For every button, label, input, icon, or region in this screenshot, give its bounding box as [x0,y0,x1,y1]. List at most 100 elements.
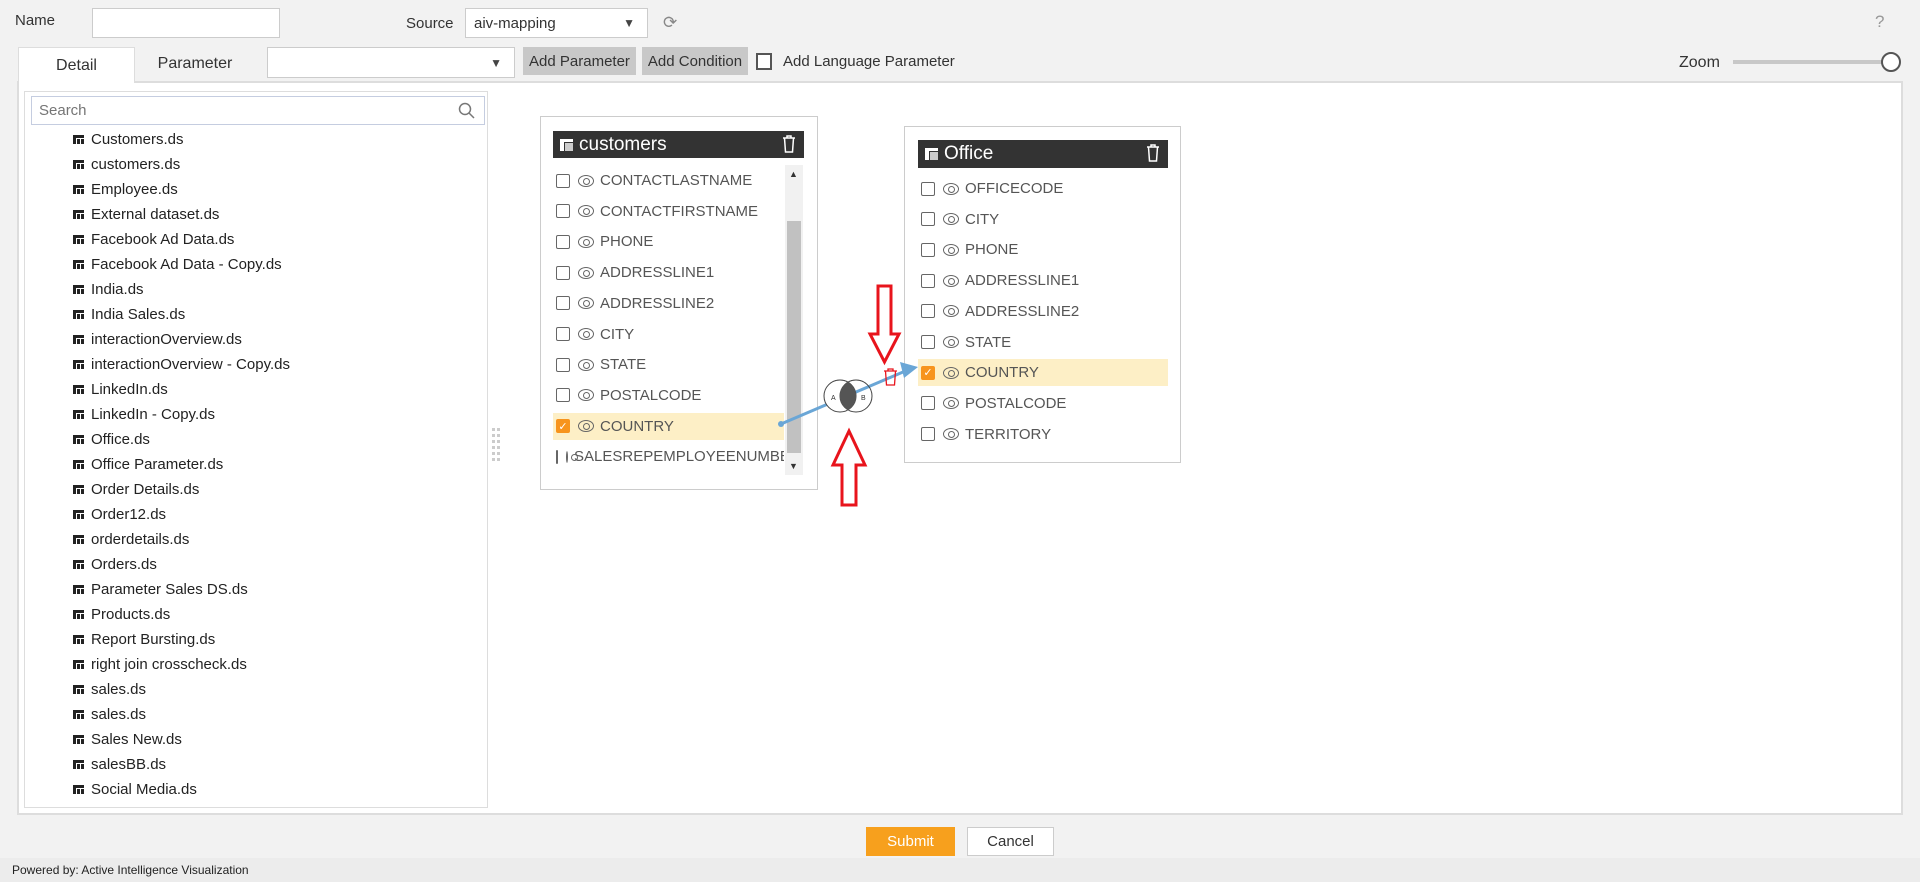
eye-icon[interactable] [943,274,959,287]
field-row[interactable]: ADDRESSLINE1 [553,259,784,286]
search-box[interactable] [31,96,485,125]
source-select[interactable]: aiv-mapping ▼ [465,8,648,38]
dataset-item[interactable]: customers.ds [73,152,180,177]
table-header[interactable]: customers [553,131,804,158]
eye-icon[interactable] [943,336,959,348]
table-customers[interactable]: customers CONTACTLASTNAME CONTACTFIRSTNAM… [540,116,818,490]
tab-parameter[interactable]: Parameter [135,47,255,81]
field-row[interactable]: OFFICECODE [918,175,1168,202]
field-checkbox[interactable] [921,273,935,288]
dataset-item[interactable]: LinkedIn.ds [73,377,168,402]
scroll-down-icon[interactable]: ▼ [789,461,798,471]
field-row[interactable]: SALESREPEMPLOYEENUMBER [553,443,784,470]
zoom-slider-handle[interactable] [1881,52,1901,72]
submit-button[interactable]: Submit [866,827,955,856]
field-checkbox[interactable] [556,296,570,311]
field-checkbox[interactable] [921,427,935,442]
field-checkbox[interactable] [921,335,935,349]
scrollbar-thumb[interactable] [787,221,801,453]
dataset-item[interactable]: sales.ds [73,702,146,727]
table-office[interactable]: Office OFFICECODE CITY PHONE ADDRESSLINE1 AD… [904,126,1181,463]
eye-icon[interactable] [578,235,594,248]
field-row[interactable]: PHONE [553,228,784,255]
field-row[interactable]: ADDRESSLINE2 [918,298,1168,325]
field-checkbox[interactable] [556,357,570,372]
dataset-item[interactable]: Parameter Sales DS.ds [73,577,248,602]
eye-icon[interactable] [943,305,959,318]
eye-icon[interactable] [943,428,959,441]
eye-icon[interactable] [943,243,959,256]
field-checkbox[interactable] [921,212,935,227]
trash-icon[interactable] [1146,144,1160,162]
zoom-slider[interactable] [1733,60,1888,64]
field-row[interactable]: CITY [918,206,1168,233]
field-checkbox[interactable]: ✓ [556,419,570,434]
field-checkbox[interactable] [556,327,570,341]
field-checkbox[interactable] [556,234,570,249]
dataset-item[interactable]: Office Parameter.ds [73,452,223,477]
field-row[interactable]: TERRITORY [918,421,1168,448]
field-row[interactable]: STATE [553,351,784,378]
splitter-handle[interactable] [492,428,501,466]
field-checkbox[interactable] [556,265,570,280]
eye-icon[interactable] [943,366,959,379]
dataset-item[interactable]: Facebook Ad Data.ds [73,227,234,252]
dataset-item[interactable]: India Sales.ds [73,302,185,327]
eye-icon[interactable] [943,213,959,226]
dataset-item[interactable]: Social Media.ds [73,777,197,802]
eye-icon[interactable] [578,420,594,433]
eye-icon[interactable] [578,328,594,340]
field-row[interactable]: CITY [553,321,784,348]
field-checkbox[interactable] [556,173,570,188]
dataset-item[interactable]: Customers.ds [73,127,184,152]
eye-icon[interactable] [566,450,578,463]
tab-detail[interactable]: Detail [18,47,135,83]
refresh-icon[interactable]: ⟳ [663,13,677,33]
dataset-item[interactable]: Facebook Ad Data - Copy.ds [73,252,282,277]
field-row[interactable]: CONTACTFIRSTNAME [553,198,784,225]
field-checkbox[interactable] [921,396,935,411]
field-checkbox[interactable] [921,304,935,319]
eye-icon[interactable] [578,297,594,310]
dataset-item[interactable]: right join crosscheck.ds [73,652,247,677]
dataset-item[interactable]: interactionOverview.ds [73,327,242,352]
trash-icon[interactable] [782,135,796,153]
add-condition-button[interactable]: Add Condition [642,47,748,75]
eye-icon[interactable] [578,205,594,218]
eye-icon[interactable] [943,397,959,410]
dataset-item[interactable]: Order12.ds [73,502,166,527]
dataset-item[interactable]: LinkedIn - Copy.ds [73,402,215,427]
eye-icon[interactable] [578,174,594,187]
field-checkbox[interactable] [556,449,558,464]
dataset-item[interactable]: Employee.ds [73,177,178,202]
dataset-item[interactable]: Products.ds [73,602,170,627]
field-checkbox[interactable] [921,242,935,257]
dataset-item[interactable]: India.ds [73,277,144,302]
dataset-item[interactable]: Order Details.ds [73,477,199,502]
field-row[interactable]: PHONE [918,236,1168,263]
dataset-item[interactable]: Orders.ds [73,552,157,577]
field-row[interactable]: ADDRESSLINE1 [918,267,1168,294]
field-row[interactable]: STATE [918,329,1168,356]
eye-icon[interactable] [578,358,594,371]
field-row[interactable]: ADDRESSLINE2 [553,290,784,317]
field-row[interactable]: ✓ COUNTRY [553,412,784,440]
add-language-parameter-checkbox[interactable] [756,53,772,70]
dataset-item[interactable]: Sales New.ds [73,727,182,752]
dataset-item[interactable]: salesBB.ds [73,752,166,777]
dataset-item[interactable]: External dataset.ds [73,202,219,227]
field-checkbox[interactable]: ✓ [921,365,935,380]
dataset-item[interactable]: Social Media - Copy.ds [73,802,244,807]
eye-icon[interactable] [578,266,594,279]
field-checkbox[interactable] [556,204,570,219]
search-input[interactable] [39,102,439,119]
name-input[interactable] [92,8,280,38]
field-checkbox[interactable] [921,181,935,196]
cancel-button[interactable]: Cancel [967,827,1054,856]
field-checkbox[interactable] [556,388,570,403]
parameter-select[interactable]: ▼ [267,47,515,78]
add-parameter-button[interactable]: Add Parameter [523,47,636,75]
dataset-item[interactable]: orderdetails.ds [73,527,189,552]
field-row[interactable]: POSTALCODE [553,382,784,409]
field-row[interactable]: CONTACTLASTNAME [553,167,784,194]
